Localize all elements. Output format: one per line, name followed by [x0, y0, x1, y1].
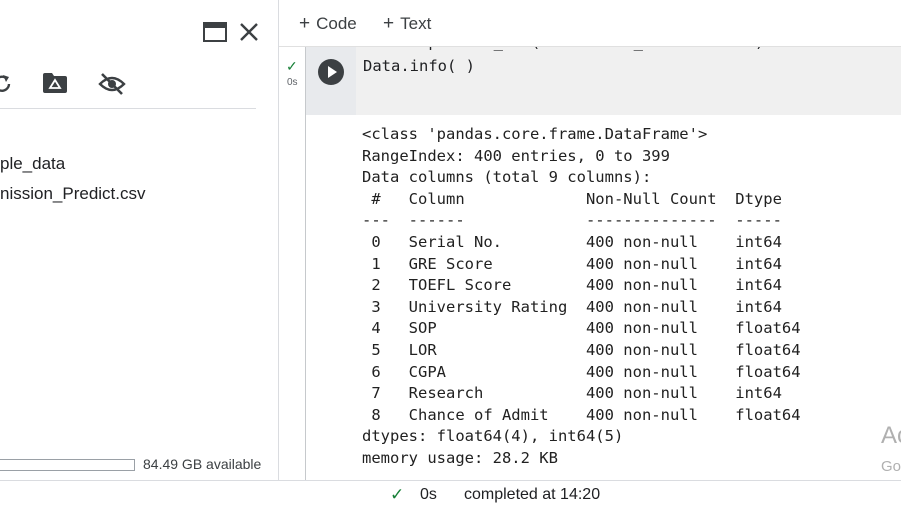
output-line: RangeIndex: 400 entries, 0 to 399 [362, 146, 670, 165]
notebook-toolbar: + Code + Text [279, 0, 901, 47]
watermark-text: Ac [881, 422, 901, 449]
output-line: 1 GRE Score 400 non-null int64 [362, 254, 801, 273]
output-line: dtypes: float64(4), int64(5) [362, 427, 624, 446]
cell-gutter [279, 47, 305, 480]
code-line[interactable]: Data.info( ) [363, 57, 475, 75]
maximize-icon[interactable] [203, 22, 227, 47]
file-item-sample-data[interactable]: ple_data [0, 154, 65, 174]
output-line: Data columns (total 9 columns): [362, 168, 652, 187]
check-icon: ✓ [390, 485, 405, 504]
output-line: 0 Serial No. 400 non-null int64 [362, 233, 801, 251]
plus-icon: + [383, 13, 395, 34]
output-line: 8 Chance of Admit 400 non-null float64 [362, 405, 801, 424]
status-completed-text[interactable]: completed at 14:20 [464, 486, 600, 504]
plus-icon: + [299, 13, 311, 34]
status-bar [0, 480, 901, 508]
output-line: 2 TOEFL Score 400 non-null int64 [362, 276, 801, 295]
disk-usage-bar [0, 459, 135, 471]
add-text-label: Text [400, 14, 432, 33]
watermark-text: Go [881, 458, 901, 475]
output-line: 4 SOP 400 non-null float64 [362, 319, 801, 338]
output-line: 6 CGPA 400 non-null float64 [362, 362, 801, 381]
mount-drive-icon[interactable] [42, 72, 68, 99]
file-item-admission-csv[interactable]: nission_Predict.csv [0, 184, 146, 204]
file-browser-panel: ple_data nission_Predict.csv [0, 0, 279, 480]
output-line: --- ------ -------------- ----- [362, 211, 801, 230]
output-line: # Column Non-Null Count Dtype [362, 189, 801, 208]
output-line: 5 LOR 400 non-null float64 [362, 341, 801, 359]
status-elapsed: 0s [420, 486, 437, 503]
output-line: <class 'pandas.core.frame.DataFrame'> [362, 125, 708, 143]
add-code-button[interactable]: + Code [299, 13, 357, 35]
hide-files-icon[interactable] [98, 72, 126, 101]
close-icon[interactable] [239, 22, 259, 47]
execution-time: 0s [287, 77, 298, 88]
output-line: 7 Research 400 non-null int64 [362, 384, 801, 403]
panel-divider [0, 108, 256, 109]
run-cell-button[interactable] [318, 59, 344, 85]
check-icon: ✓ [286, 58, 298, 74]
add-code-label: Code [316, 14, 357, 33]
output-line: 3 University Rating 400 non-null int64 [362, 297, 801, 316]
disk-available-text: 84.49 GB available [143, 456, 262, 472]
refresh-icon[interactable] [0, 72, 14, 101]
output-line: memory usage: 28.2 KB [362, 449, 558, 467]
add-text-button[interactable]: + Text [383, 13, 431, 35]
